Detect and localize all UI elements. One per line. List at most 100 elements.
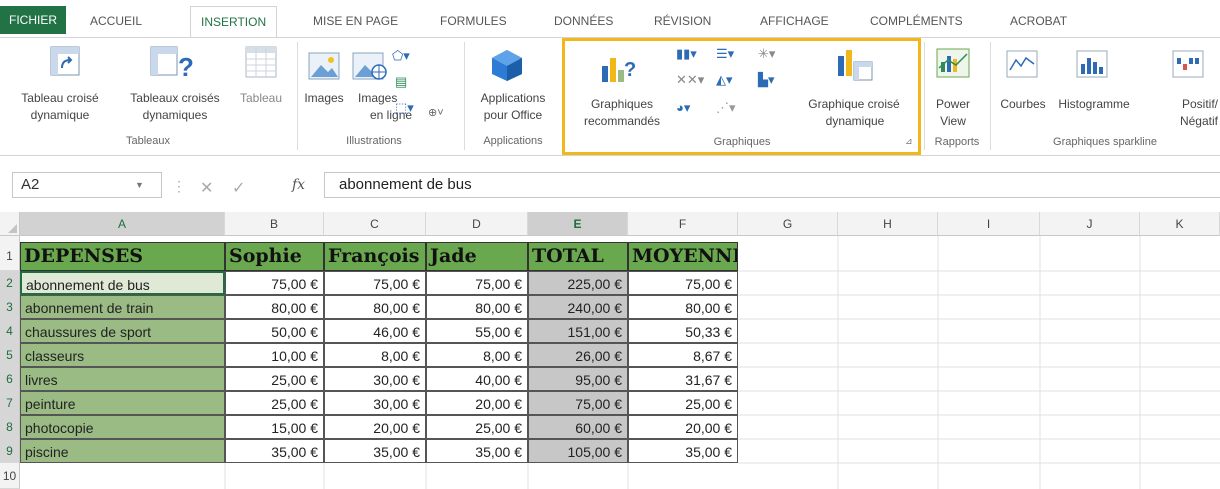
cell-e4[interactable]: 151,00 € [528, 319, 628, 343]
name-box[interactable]: A2 ▼ [12, 172, 162, 198]
header-cell-depenses[interactable]: DEPENSES [20, 242, 225, 271]
cell-b3[interactable]: 80,00 € [225, 295, 324, 319]
column-header-j[interactable]: J [1040, 212, 1140, 236]
cell-b5[interactable]: 10,00 € [225, 343, 324, 367]
cell-a6[interactable]: livres [20, 367, 225, 391]
cancel-icon[interactable]: ✕ [200, 178, 213, 198]
cell-a2[interactable]: abonnement de bus [20, 271, 225, 295]
cell-b4[interactable]: 50,00 € [225, 319, 324, 343]
cell-c6[interactable]: 30,00 € [324, 367, 426, 391]
screenshot-icon[interactable]: ⬚▾ [395, 100, 414, 116]
column-header-k[interactable]: K [1140, 212, 1220, 236]
cell-f5[interactable]: 8,67 € [628, 343, 738, 367]
tab-formules[interactable]: FORMULES [440, 12, 507, 34]
insert-function-button[interactable]: fx [292, 177, 305, 193]
column-header-b[interactable]: B [225, 212, 324, 236]
row-header-5[interactable]: 5 [0, 343, 20, 367]
header-cell-jade[interactable]: Jade [426, 242, 528, 271]
cell-e3[interactable]: 240,00 € [528, 295, 628, 319]
combo-chart-icon[interactable]: ▙▾ [758, 72, 775, 88]
row-header-8[interactable]: 8 [0, 415, 20, 439]
cell-b8[interactable]: 15,00 € [225, 415, 324, 439]
row-header-3[interactable]: 3 [0, 295, 20, 319]
cell-c3[interactable]: 80,00 € [324, 295, 426, 319]
tab-donnees[interactable]: DONNÉES [554, 12, 613, 34]
formula-input[interactable]: abonnement de bus [324, 172, 1220, 198]
cell-f7[interactable]: 25,00 € [628, 391, 738, 415]
cell-d2[interactable]: 75,00 € [426, 271, 528, 295]
cell-a9[interactable]: piscine [20, 439, 225, 463]
row-header-4[interactable]: 4 [0, 319, 20, 343]
shapes-icon[interactable]: ⬠▾ [392, 48, 410, 64]
tab-fichier[interactable]: FICHIER [0, 6, 66, 34]
tab-acrobat[interactable]: ACROBAT [1010, 12, 1067, 34]
scatter-chart-icon[interactable]: ✕✕▾ [676, 72, 704, 88]
area-chart-icon[interactable]: ◭▾ [716, 72, 733, 88]
header-cell-moyenne[interactable]: MOYENNE [628, 242, 738, 271]
cell-d7[interactable]: 20,00 € [426, 391, 528, 415]
row-header-10[interactable]: 10 [0, 463, 20, 489]
illustrations-more-icon[interactable]: ⊕˅ [428, 106, 444, 119]
cell-b7[interactable]: 25,00 € [225, 391, 324, 415]
tab-accueil[interactable]: ACCUEIL [90, 12, 142, 34]
column-header-a[interactable]: A [20, 212, 225, 236]
column-header-g[interactable]: G [738, 212, 838, 236]
cell-e8[interactable]: 60,00 € [528, 415, 628, 439]
pie-chart-icon[interactable]: ◕▾ [676, 100, 690, 116]
row-header-9[interactable]: 9 [0, 439, 20, 463]
surface-chart-icon[interactable]: ⋰▾ [716, 100, 736, 116]
cell-d8[interactable]: 25,00 € [426, 415, 528, 439]
cell-e2[interactable]: 225,00 € [528, 271, 628, 295]
cell-d5[interactable]: 8,00 € [426, 343, 528, 367]
bar-chart-icon[interactable]: ☰▾ [716, 46, 734, 62]
tab-affichage[interactable]: AFFICHAGE [760, 12, 829, 34]
chevron-down-icon[interactable]: ▼ [135, 173, 144, 197]
empty-cells-grid[interactable] [738, 236, 1220, 489]
column-header-e[interactable]: E [528, 212, 628, 236]
cell-a7[interactable]: peinture [20, 391, 225, 415]
cell-c8[interactable]: 20,00 € [324, 415, 426, 439]
smartart-icon[interactable]: ▤ [395, 74, 407, 90]
cell-f9[interactable]: 35,00 € [628, 439, 738, 463]
row-header-1[interactable]: 1 [0, 236, 20, 271]
column-header-i[interactable]: I [938, 212, 1040, 236]
cell-d6[interactable]: 40,00 € [426, 367, 528, 391]
cell-f8[interactable]: 20,00 € [628, 415, 738, 439]
cell-a5[interactable]: classeurs [20, 343, 225, 367]
row-10-cells[interactable] [20, 463, 738, 489]
cell-c5[interactable]: 8,00 € [324, 343, 426, 367]
column-header-h[interactable]: H [838, 212, 938, 236]
row-header-2[interactable]: 2 [0, 271, 20, 295]
drag-handle-icon[interactable]: ⋮ [172, 178, 186, 195]
dialog-launcher-icon[interactable]: ⊿ [905, 136, 913, 147]
cell-e9[interactable]: 105,00 € [528, 439, 628, 463]
cell-a3[interactable]: abonnement de train [20, 295, 225, 319]
confirm-icon[interactable]: ✓ [232, 178, 245, 198]
cell-a4[interactable]: chaussures de sport [20, 319, 225, 343]
header-cell-francois[interactable]: François [324, 242, 426, 271]
cell-c9[interactable]: 35,00 € [324, 439, 426, 463]
column-header-d[interactable]: D [426, 212, 528, 236]
tab-insertion[interactable]: INSERTION [190, 6, 278, 38]
radar-chart-icon[interactable]: ✳▾ [758, 46, 775, 62]
tab-complements[interactable]: COMPLÉMENTS [870, 12, 963, 34]
cell-b6[interactable]: 25,00 € [225, 367, 324, 391]
column-header-c[interactable]: C [324, 212, 426, 236]
cell-c4[interactable]: 46,00 € [324, 319, 426, 343]
cell-d3[interactable]: 80,00 € [426, 295, 528, 319]
cell-c7[interactable]: 30,00 € [324, 391, 426, 415]
column-header-f[interactable]: F [628, 212, 738, 236]
select-all-button[interactable] [0, 212, 20, 236]
cell-b9[interactable]: 35,00 € [225, 439, 324, 463]
cell-e7[interactable]: 75,00 € [528, 391, 628, 415]
header-cell-total[interactable]: TOTAL [528, 242, 628, 271]
cell-d9[interactable]: 35,00 € [426, 439, 528, 463]
cell-b2[interactable]: 75,00 € [225, 271, 324, 295]
cell-e6[interactable]: 95,00 € [528, 367, 628, 391]
cell-c2[interactable]: 75,00 € [324, 271, 426, 295]
column-chart-icon[interactable]: ▮▮▾ [676, 46, 697, 62]
header-cell-sophie[interactable]: Sophie [225, 242, 324, 271]
row-header-6[interactable]: 6 [0, 367, 20, 391]
cell-f2[interactable]: 75,00 € [628, 271, 738, 295]
cell-d4[interactable]: 55,00 € [426, 319, 528, 343]
